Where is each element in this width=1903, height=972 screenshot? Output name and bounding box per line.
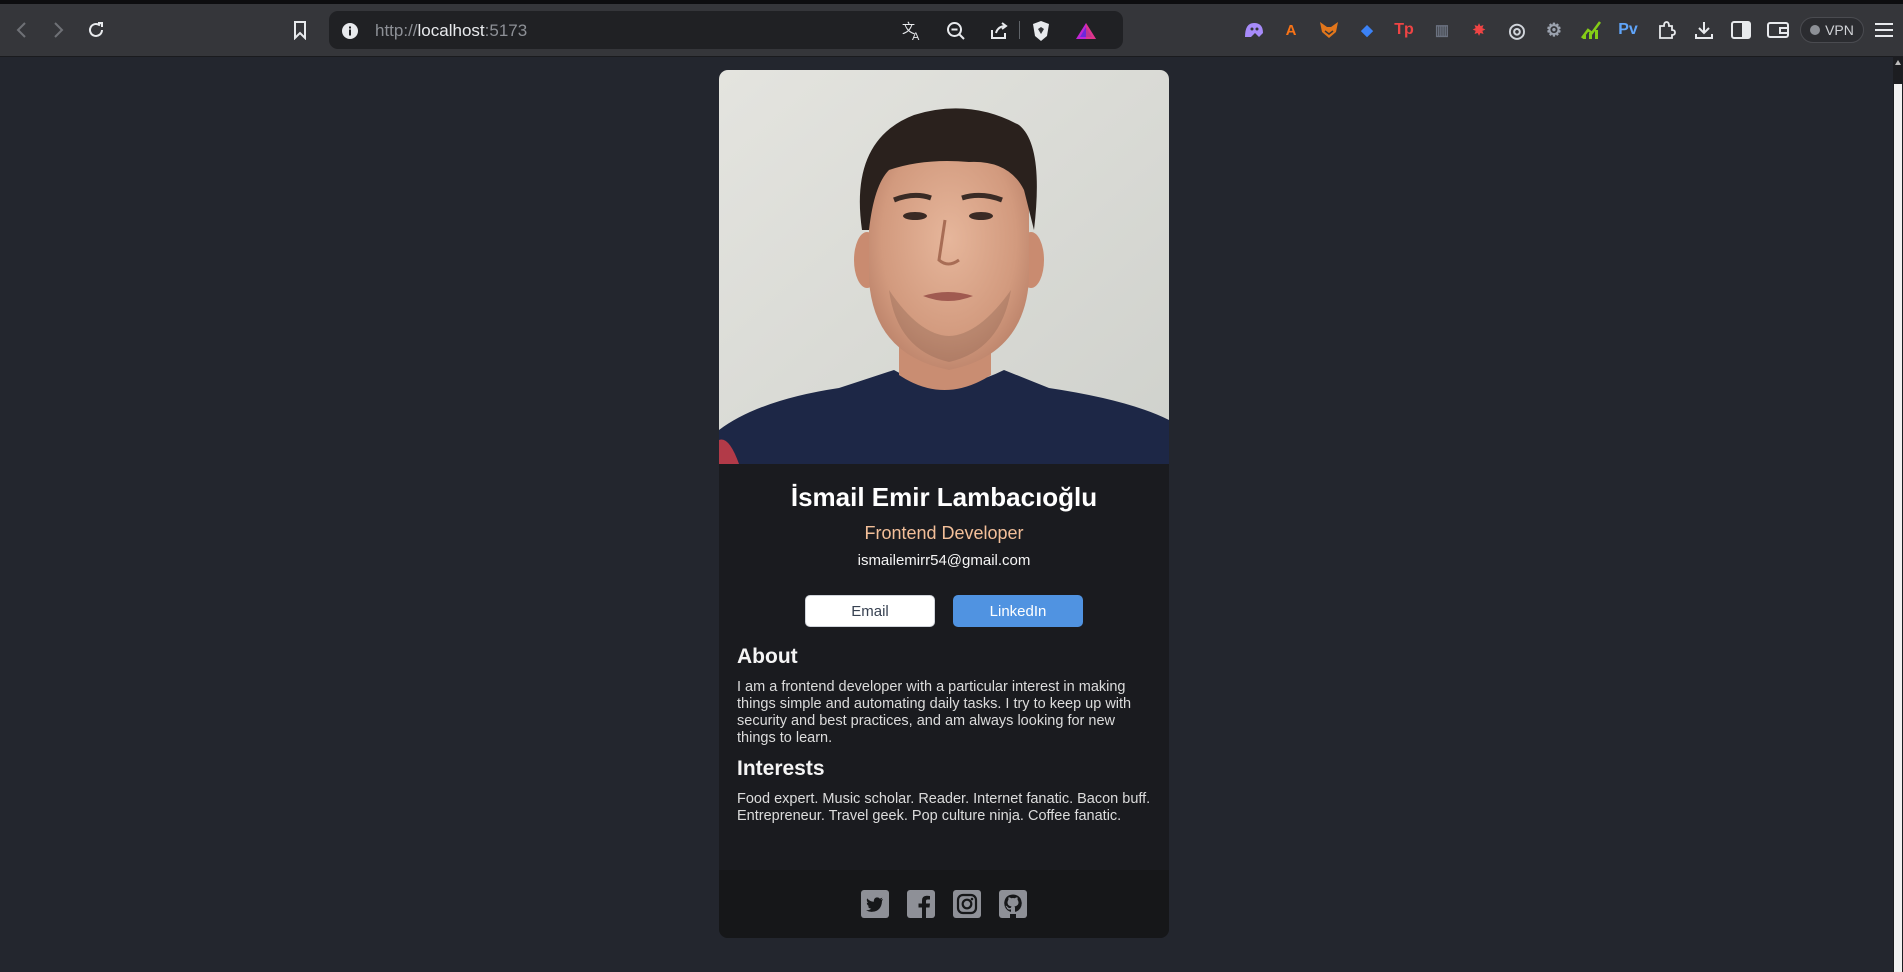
translate-icon[interactable]: 文A: [901, 20, 923, 42]
chart-extension-icon[interactable]: [1579, 18, 1603, 42]
vpn-button[interactable]: VPN: [1800, 17, 1864, 43]
vpn-status-icon: [1810, 25, 1821, 35]
tp-extension-icon[interactable]: Tp: [1392, 18, 1416, 42]
url-text[interactable]: http://localhost:5173: [375, 21, 527, 41]
profile-name: İsmail Emir Lambacıoğlu: [790, 482, 1098, 512]
reload-icon: [89, 22, 103, 37]
page-scrollbar[interactable]: [1893, 56, 1903, 972]
back-button[interactable]: [8, 16, 36, 44]
chevron-left-icon: [16, 22, 26, 38]
a-extension-icon[interactable]: A: [1279, 18, 1303, 42]
svg-text:A: A: [912, 31, 920, 41]
interests-section: Interests Food expert. Music scholar. Re…: [719, 757, 1169, 825]
email-button-label: Email: [851, 602, 889, 620]
brave-rewards-icon[interactable]: [1075, 20, 1097, 42]
linkedin-button-label: LinkedIn: [989, 602, 1047, 620]
bookmark-button[interactable]: [286, 16, 314, 44]
browser-toolbar: http://localhost:5173 文A A ◆ Tp ▥ ✸ ◎ ⚙ …: [0, 4, 1903, 57]
scroll-up-arrow-icon[interactable]: [1895, 60, 1901, 65]
fox-extension-icon[interactable]: [1317, 18, 1341, 42]
extensions-puzzle-icon[interactable]: [1654, 18, 1678, 42]
ghost-extension-icon[interactable]: [1242, 18, 1266, 42]
pv-extension-icon[interactable]: Pv: [1616, 18, 1640, 42]
puzzle-red-extension-icon[interactable]: ✸: [1467, 18, 1491, 42]
chevron-right-icon: [54, 22, 64, 38]
linkedin-button[interactable]: LinkedIn: [953, 595, 1083, 627]
reload-button[interactable]: [82, 16, 110, 44]
menu-hamburger-icon[interactable]: [1872, 18, 1896, 42]
address-bar[interactable]: http://localhost:5173 文A: [329, 11, 1123, 49]
bookmark-icon: [294, 21, 306, 40]
site-info-icon[interactable]: [339, 20, 361, 42]
sidebar-toggle-icon[interactable]: [1729, 18, 1753, 42]
zoom-out-icon[interactable]: [945, 20, 967, 42]
url-host: localhost: [417, 21, 485, 40]
scrollbar-thumb[interactable]: [1894, 84, 1902, 972]
reader-extension-icon[interactable]: ▥: [1430, 18, 1454, 42]
url-scheme: http://: [375, 21, 418, 40]
share-icon[interactable]: [988, 20, 1010, 42]
diamond-extension-icon[interactable]: ◆: [1355, 18, 1379, 42]
about-section: About I am a frontend developer with a p…: [719, 645, 1169, 747]
forward-button[interactable]: [44, 16, 72, 44]
profile-info: İsmail Emir Lambacıoğlu Frontend Develop…: [719, 464, 1169, 825]
interests-heading: Interests: [737, 757, 825, 780]
url-port: :5173: [484, 21, 528, 40]
target-extension-icon[interactable]: ◎: [1505, 18, 1529, 42]
social-footer: [719, 870, 1169, 938]
profile-role: Frontend Developer: [864, 523, 1024, 543]
brave-shield-icon[interactable]: [1030, 20, 1052, 42]
twitter-icon[interactable]: [861, 890, 889, 918]
omnibox-divider: [1019, 21, 1020, 39]
profile-card: İsmail Emir Lambacıoğlu Frontend Develop…: [719, 70, 1169, 938]
wallet-icon[interactable]: [1766, 18, 1790, 42]
facebook-icon[interactable]: [907, 890, 935, 918]
github-icon[interactable]: [999, 890, 1027, 918]
vpn-label: VPN: [1825, 22, 1854, 38]
about-heading: About: [737, 645, 798, 668]
contact-buttons: Email LinkedIn: [719, 595, 1169, 627]
email-button[interactable]: Email: [805, 595, 935, 627]
download-icon[interactable]: [1692, 18, 1716, 42]
profile-photo: [719, 70, 1169, 464]
interests-text: Food expert. Music scholar. Reader. Inte…: [737, 791, 1151, 824]
profile-email: ismailemirr54@gmail.com: [857, 552, 1031, 569]
instagram-icon[interactable]: [953, 890, 981, 918]
about-text: I am a frontend developer with a particu…: [737, 679, 1132, 746]
gear-extension-icon[interactable]: ⚙: [1542, 18, 1566, 42]
